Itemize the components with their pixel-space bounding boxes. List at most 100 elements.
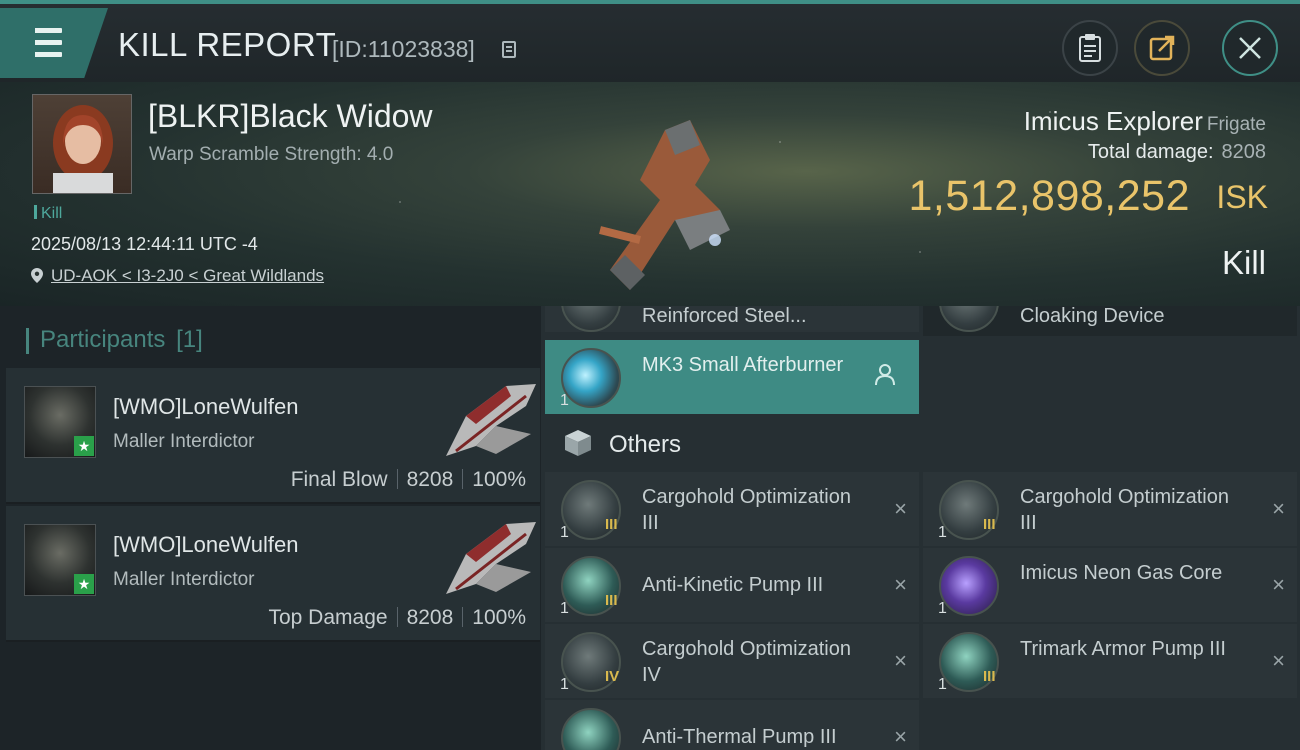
pilot-portrait-icon — [53, 105, 113, 193]
close-button[interactable] — [1222, 20, 1278, 76]
location-link[interactable]: UD-AOK < I3-2J0 < Great Wildlands — [51, 266, 324, 285]
module-slot[interactable]: 1 III Cargohold Optimization III × — [545, 472, 919, 546]
kill-tag: Kill — [34, 205, 62, 223]
module-qty: 1 — [560, 524, 569, 541]
module-slot[interactable]: 1 III Trimark Armor Pump III × — [923, 624, 1297, 698]
total-damage-label: Total damage: — [1087, 141, 1214, 163]
total-damage: Total damage: 8208 — [1088, 141, 1266, 164]
module-label: Cargohold Optimization III — [1020, 486, 1229, 534]
remove-icon[interactable]: × — [1272, 572, 1285, 598]
kill-result: Kill — [1221, 244, 1266, 281]
module-slot[interactable]: 1 Imicus Neon Gas Core × — [923, 548, 1297, 622]
total-damage-value: 8208 — [1221, 141, 1267, 163]
ship-class: Frigate — [1206, 114, 1266, 135]
module-slot[interactable]: 1 IV Cargohold Optimization IV × — [545, 624, 919, 698]
module-label: Cargohold Optimization IV — [642, 638, 851, 686]
others-section-heading: Others — [563, 428, 681, 459]
participants-heading: Participants [1] — [26, 326, 203, 354]
others-title: Others — [609, 431, 682, 458]
participants-title: Participants — [40, 326, 166, 353]
victim-ship-image — [599, 120, 730, 290]
remove-icon[interactable]: × — [894, 496, 907, 522]
remove-icon[interactable]: × — [1272, 496, 1285, 522]
participants-count: [1] — [176, 326, 203, 353]
page-title: KILL REPORT — [118, 26, 337, 63]
module-label: Trimark Armor Pump III — [1020, 638, 1226, 660]
participant-percent: 100% — [472, 468, 526, 491]
module-slot[interactable]: 1 III Anti-Kinetic Pump III × — [545, 548, 919, 622]
module-label: Anti-Kinetic Pump III — [642, 574, 824, 596]
menu-button[interactable] — [0, 8, 108, 78]
fitting-panel[interactable]: 1 Reinforced Steel... 1 Cloaking Device … — [541, 306, 1300, 750]
module-slot[interactable]: 1 Cloaking Device — [923, 306, 1297, 336]
top-bar: KILL REPORT [ID:11023838] — [0, 0, 1300, 82]
participant-avatar[interactable]: ★ — [24, 386, 96, 458]
reinforced-steel-icon — [561, 306, 621, 332]
module-label: MK3 Small Afterburner — [642, 354, 844, 376]
module-label: Cloaking Device — [1020, 306, 1165, 327]
report-id: [ID:11023838] — [332, 36, 475, 62]
participant-role: Final Blow — [290, 468, 388, 491]
kill-location[interactable]: UD-AOK < I3-2J0 < Great Wildlands — [31, 266, 324, 286]
share-button[interactable] — [1134, 20, 1190, 76]
participant-stats: Top Damage 8208 100% — [268, 606, 526, 630]
warp-scramble-strength: Warp Scramble Strength: 4.0 — [149, 144, 394, 165]
cloaking-device-icon — [939, 306, 999, 332]
module-qty: 1 — [560, 676, 569, 693]
participant-ship-image — [446, 522, 536, 594]
module-label: Imicus Neon Gas Core — [1020, 562, 1223, 584]
module-qty: 1 — [560, 600, 569, 617]
anti-thermal-pump-icon — [561, 708, 621, 750]
module-tier: III — [605, 592, 618, 609]
participant-damage: 8208 — [406, 468, 454, 491]
module-label: Cargohold Optimization III — [642, 486, 851, 534]
participant-role: Top Damage — [268, 606, 388, 629]
module-qty: 1 — [938, 676, 947, 693]
module-slot-selected[interactable]: 1 MK3 Small Afterburner — [545, 340, 919, 414]
remove-icon[interactable]: × — [894, 724, 907, 750]
participant-name: [WMO]LoneWulfen — [113, 394, 299, 419]
ship-name-text: Imicus Explorer — [1023, 106, 1203, 136]
kill-timestamp: 2025/08/13 12:44:11 UTC -4 — [31, 234, 258, 254]
participant-row[interactable]: ★ [WMO]LoneWulfen Maller Interdictor Fin… — [6, 368, 540, 504]
remove-icon[interactable]: × — [894, 572, 907, 598]
clipboard-button[interactable] — [1062, 20, 1118, 76]
afterburner-icon — [561, 348, 621, 408]
participant-ship-image — [446, 384, 536, 456]
remove-icon[interactable]: × — [894, 648, 907, 674]
module-tier: III — [605, 516, 618, 533]
copy-id-icon[interactable] — [502, 41, 516, 58]
participant-name: [WMO]LoneWulfen — [113, 532, 299, 557]
close-icon — [1239, 37, 1261, 59]
module-qty: 1 — [560, 392, 569, 409]
module-tier: III — [983, 516, 996, 533]
neon-gas-core-icon — [939, 556, 999, 616]
module-slot[interactable]: 1 Reinforced Steel... — [545, 306, 919, 332]
user-icon[interactable] — [875, 364, 895, 386]
victim-name[interactable]: [BLKR]Black Widow — [148, 98, 433, 135]
participant-avatar[interactable]: ★ — [24, 524, 96, 596]
module-slot[interactable]: Anti-Thermal Pump III × — [545, 700, 919, 750]
location-pin-icon — [31, 268, 43, 283]
victim-portrait[interactable] — [32, 94, 132, 194]
participant-stats: Final Blow 8208 100% — [291, 468, 526, 492]
victim-ship-name[interactable]: Imicus Explorer Frigate — [1024, 106, 1266, 137]
participant-ship: Maller Interdictor — [113, 569, 255, 590]
star-icon: ★ — [74, 574, 94, 594]
box-icon — [565, 430, 591, 456]
clipboard-icon — [1079, 34, 1101, 62]
module-slot[interactable]: 1 III Cargohold Optimization III × — [923, 472, 1297, 546]
remove-icon[interactable]: × — [1272, 648, 1285, 674]
module-tier: IV — [605, 668, 620, 685]
participants-panel[interactable]: Participants [1] ★ [WMO]LoneWulfen Malle… — [0, 306, 541, 750]
module-qty: 1 — [938, 524, 947, 541]
participant-row[interactable]: ★ [WMO]LoneWulfen Maller Interdictor Top… — [6, 506, 540, 642]
module-label: Reinforced Steel... — [642, 306, 807, 327]
participant-ship: Maller Interdictor — [113, 431, 255, 452]
module-label: Anti-Thermal Pump III — [642, 726, 837, 748]
share-icon — [1149, 35, 1175, 61]
kill-summary-banner: [BLKR]Black Widow Warp Scramble Strength… — [0, 82, 1300, 306]
star-icon: ★ — [74, 436, 94, 456]
participant-percent: 100% — [472, 606, 526, 629]
isk-value: 1,512,898,252 — [908, 172, 1190, 220]
